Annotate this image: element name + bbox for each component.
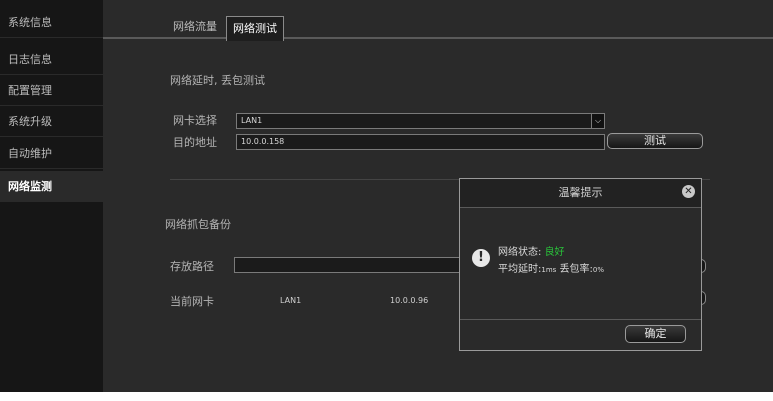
- capture-section-title: 网络抓包备份: [165, 218, 231, 231]
- tab-bar: 网络流量 网络测试: [103, 8, 773, 41]
- test-button[interactable]: 测试: [607, 133, 703, 149]
- sidebar-item-config[interactable]: 配置管理: [0, 75, 103, 106]
- app-window: 系统信息 日志信息 配置管理 系统升级 自动维护 网络监测 网络流量 网络测试 …: [0, 0, 773, 392]
- dest-address-label: 目的地址: [173, 136, 217, 149]
- nic-select[interactable]: LAN1 ⌵: [236, 113, 605, 129]
- tip-dialog: 温馨提示 ✕ ! 网络状态: 良好 平均延时:1ms 丢包率:0% 确定: [459, 178, 702, 351]
- nic-select-label: 网卡选择: [173, 114, 217, 127]
- storage-path-input[interactable]: [234, 257, 460, 273]
- current-nic-label: 当前网卡: [170, 295, 214, 308]
- nic-select-value: LAN1: [241, 116, 263, 125]
- packet-loss-label: 丢包率:: [556, 264, 593, 275]
- network-status-label: 网络状态:: [498, 247, 545, 258]
- current-nic-value: LAN1: [280, 296, 302, 305]
- warning-icon: !: [472, 249, 490, 267]
- latency-line: 平均延时:1ms 丢包率:0%: [498, 260, 604, 275]
- sidebar-item-network-monitor[interactable]: 网络监测: [0, 171, 103, 202]
- storage-path-label: 存放路径: [170, 260, 214, 273]
- sidebar-item-log-info[interactable]: 日志信息: [0, 44, 103, 75]
- sidebar-item-upgrade[interactable]: 系统升级: [0, 106, 103, 137]
- dialog-separator: [460, 319, 701, 320]
- dest-address-value: 10.0.0.158: [241, 137, 285, 146]
- network-status-line: 网络状态: 良好: [498, 243, 565, 258]
- sidebar-item-system-info[interactable]: 系统信息: [0, 7, 103, 38]
- sidebar: 系统信息 日志信息 配置管理 系统升级 自动维护 网络监测: [0, 0, 103, 392]
- avg-latency-value: 1ms: [541, 266, 557, 274]
- chevron-down-icon[interactable]: ⌵: [591, 114, 604, 128]
- current-ip-value: 10.0.0.96: [390, 296, 429, 305]
- close-icon[interactable]: ✕: [682, 185, 695, 198]
- packet-loss-value: 0%: [592, 266, 604, 274]
- tab-network-traffic[interactable]: 网络流量: [167, 17, 223, 37]
- tab-network-test[interactable]: 网络测试: [226, 16, 284, 41]
- network-status-value: 良好: [544, 247, 565, 258]
- dest-address-input[interactable]: 10.0.0.158: [236, 134, 605, 150]
- sidebar-item-maintenance[interactable]: 自动维护: [0, 138, 103, 169]
- dialog-title: 温馨提示: [460, 179, 701, 208]
- avg-latency-label: 平均延时:: [498, 264, 542, 275]
- latency-section-title: 网络延时, 丢包测试: [170, 74, 265, 87]
- ok-button[interactable]: 确定: [625, 325, 686, 343]
